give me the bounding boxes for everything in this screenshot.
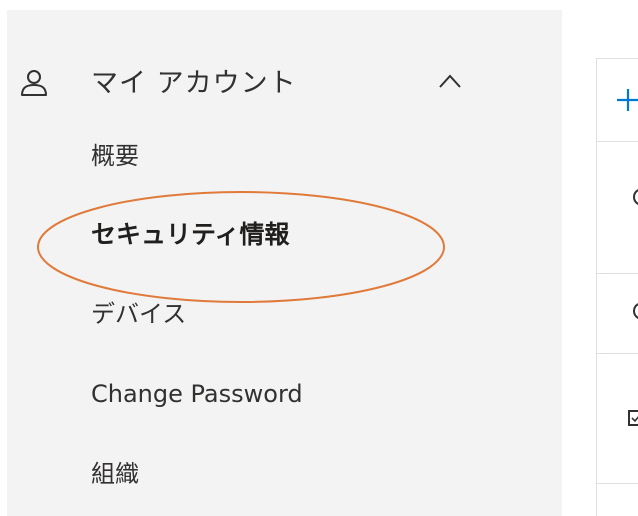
list-item[interactable] [597,273,638,354]
nav-item-security-info[interactable]: セキュリティ情報 [91,220,290,250]
list-item[interactable] [597,353,638,484]
nav-item-organizations[interactable]: 組織 [91,459,139,489]
nav-section-my-account[interactable]: マイ アカウント [7,54,562,114]
phone-icon [632,303,638,319]
plus-icon[interactable] [615,87,638,113]
nav-item-devices[interactable]: デバイス [91,299,186,329]
nav-section-label: マイ アカウント [91,68,297,99]
page: マイ アカウント 概要 セキュリティ情報 デバイス Change Passwor… [0,0,638,516]
sidebar-nav: マイ アカウント 概要 セキュリティ情報 デバイス Change Passwor… [7,10,562,516]
content-card [596,58,638,516]
add-method-row[interactable] [597,59,638,142]
user-icon [21,70,47,96]
phone-icon [632,189,638,205]
mail-icon [628,410,638,426]
nav-item-overview[interactable]: 概要 [91,141,139,171]
chevron-up-icon[interactable] [435,70,465,92]
nav-item-change-password[interactable]: Change Password [91,379,303,409]
list-item[interactable] [597,141,638,274]
